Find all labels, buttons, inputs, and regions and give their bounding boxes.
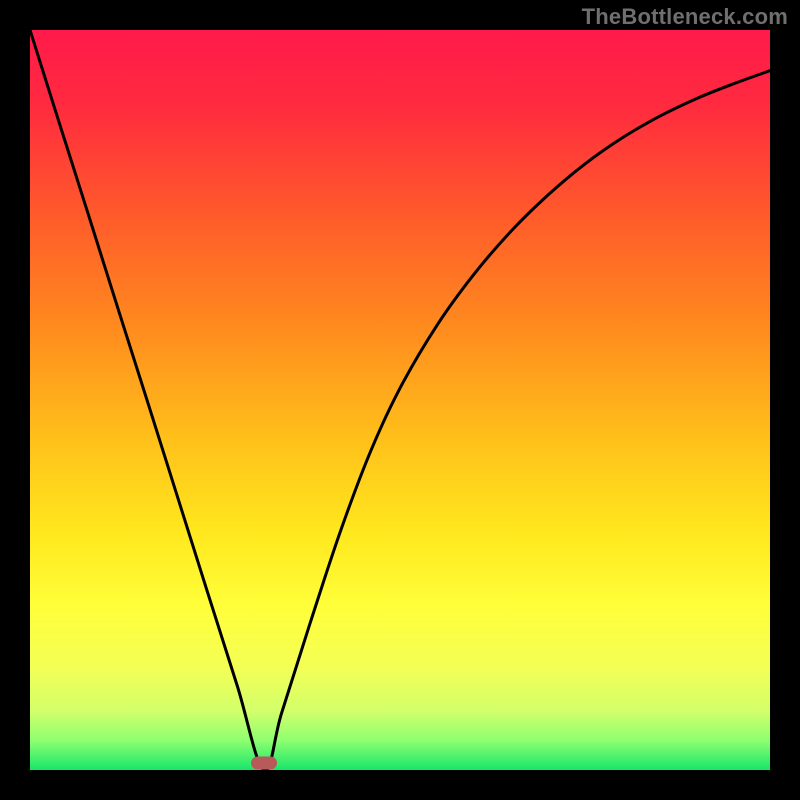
watermark-text: TheBottleneck.com <box>582 4 788 30</box>
minimum-marker <box>251 757 277 770</box>
chart-frame: TheBottleneck.com <box>0 0 800 800</box>
bottleneck-curve <box>30 30 770 770</box>
curve-layer <box>30 30 770 770</box>
plot-area <box>30 30 770 770</box>
